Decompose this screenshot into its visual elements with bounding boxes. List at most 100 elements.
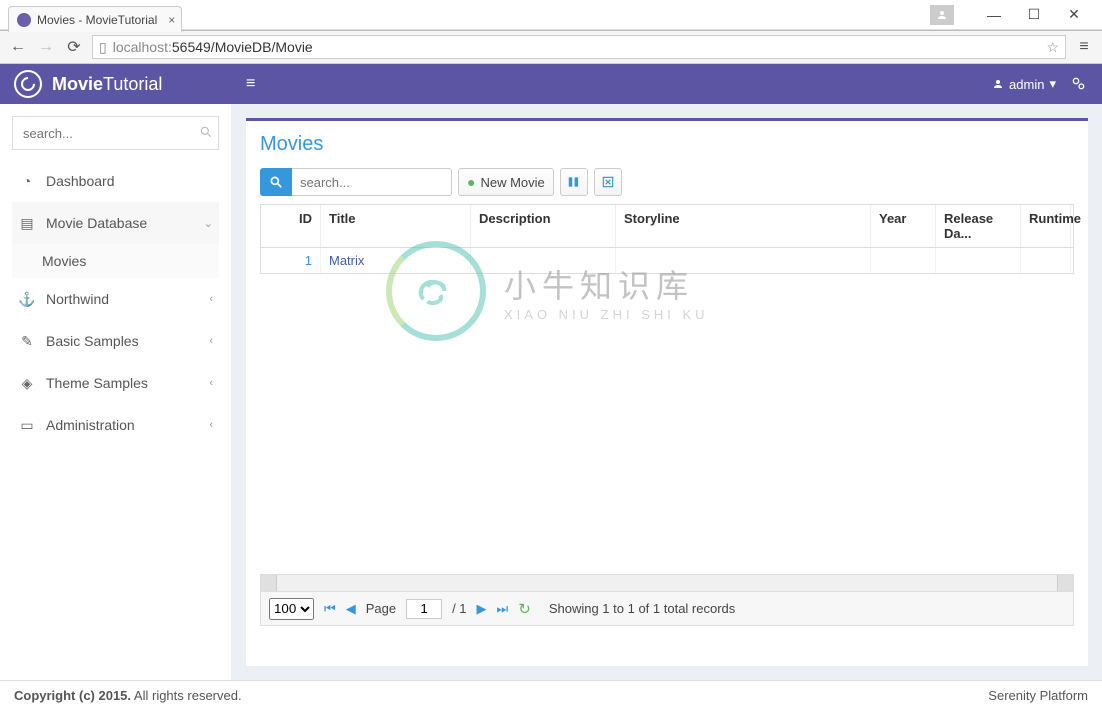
sidebar-item-basic-samples[interactable]: ✎ Basic Samples ‹ <box>12 320 219 362</box>
logo-icon <box>14 70 42 98</box>
sidebar-subitem-movies[interactable]: Movies <box>12 244 219 278</box>
close-tab-icon[interactable]: × <box>168 13 175 27</box>
platform-label: Serenity Platform <box>988 688 1088 703</box>
chevron-left-icon: ‹ <box>209 335 213 347</box>
new-movie-button[interactable]: ● New Movie <box>458 168 554 196</box>
scroll-right-button[interactable] <box>1057 575 1073 591</box>
url-path: 56549/MovieDB/Movie <box>172 39 313 55</box>
content-area: Movies ● New Movie <box>232 104 1102 680</box>
chrome-user-icon[interactable] <box>930 5 954 25</box>
minimize-button[interactable]: — <box>974 7 1014 23</box>
sidebar-item-administration[interactable]: ▭ Administration ‹ <box>12 404 219 446</box>
footer: Copyright (c) 2015. All rights reserved.… <box>0 680 1102 710</box>
cell-id: 1 <box>261 248 321 273</box>
sidebar-search[interactable] <box>12 116 219 150</box>
sidebar: ◔ Dashboard ▤ Movie Database ⌄ Movies ⚓ … <box>0 104 232 680</box>
movies-panel: Movies ● New Movie <box>246 118 1088 666</box>
nav-label: Theme Samples <box>46 375 148 391</box>
col-storyline[interactable]: Storyline <box>616 205 871 247</box>
grid-row[interactable]: 1 Matrix <box>261 248 1073 273</box>
column-picker-button[interactable] <box>560 168 588 196</box>
search-icon <box>199 125 213 142</box>
sidebar-search-input[interactable] <box>23 126 199 141</box>
horizontal-scrollbar[interactable] <box>260 574 1074 592</box>
close-window-button[interactable]: ✕ <box>1054 6 1094 23</box>
page-size-select[interactable]: 100 <box>269 598 314 620</box>
nav-label: Administration <box>46 417 135 433</box>
watermark-en: XIAO NIU ZHI SHI KU <box>504 307 709 322</box>
col-release-date[interactable]: Release Da... <box>936 205 1021 247</box>
back-button[interactable]: ← <box>8 38 28 56</box>
forward-button[interactable]: → <box>36 38 56 56</box>
browser-tab[interactable]: Movies - MovieTutorial × <box>8 6 182 32</box>
quick-search-button[interactable] <box>260 168 292 196</box>
maximize-button[interactable]: ☐ <box>1014 6 1054 23</box>
col-description[interactable]: Description <box>471 205 616 247</box>
cell-release <box>936 248 1021 273</box>
monitor-icon: ▭ <box>18 417 36 434</box>
page-input[interactable] <box>406 599 442 619</box>
col-year[interactable]: Year <box>871 205 936 247</box>
sidebar-item-movie-database[interactable]: ▤ Movie Database ⌄ <box>12 202 219 244</box>
sidebar-toggle-icon[interactable]: ≡ <box>230 75 271 93</box>
prev-page-button[interactable]: ◀ <box>346 601 356 617</box>
sidebar-item-northwind[interactable]: ⚓ Northwind ‹ <box>12 278 219 320</box>
tab-title: Movies - MovieTutorial <box>37 13 157 27</box>
col-title[interactable]: Title <box>321 205 471 247</box>
cell-year <box>871 248 936 273</box>
excel-export-button[interactable] <box>594 168 622 196</box>
sidebar-item-dashboard[interactable]: ◔ Dashboard <box>12 160 219 202</box>
col-runtime[interactable]: Runtime <box>1021 205 1071 247</box>
scroll-left-button[interactable] <box>261 575 277 591</box>
refresh-button[interactable]: ↻ <box>518 600 531 618</box>
grid-search-input[interactable] <box>292 168 452 196</box>
caret-down-icon: ▾ <box>1049 76 1056 92</box>
chrome-menu-icon[interactable]: ≡ <box>1074 38 1094 56</box>
cell-runtime <box>1021 248 1071 273</box>
nav-label: Northwind <box>46 291 109 307</box>
bookmark-star-icon[interactable]: ☆ <box>1046 39 1059 56</box>
copyright-bold: Copyright (c) 2015. <box>14 688 131 703</box>
nav-label: Movie Database <box>46 215 147 231</box>
film-icon: ▤ <box>18 215 36 232</box>
chevron-left-icon: ‹ <box>209 419 213 431</box>
data-grid: ID Title Description Storyline Year Rele… <box>260 204 1074 274</box>
page-label: Page <box>366 601 396 616</box>
user-menu[interactable]: admin ▾ <box>992 76 1056 92</box>
wand-icon: ✎ <box>18 333 36 350</box>
brand[interactable]: MovieTutorial <box>0 70 230 98</box>
address-bar[interactable]: ▯ localhost:56549/MovieDB/Movie ☆ <box>92 35 1066 59</box>
cell-storyline <box>616 248 871 273</box>
grid-toolbar: ● New Movie <box>260 168 1074 196</box>
col-id[interactable]: ID <box>261 205 321 247</box>
cell-title[interactable]: Matrix <box>321 248 471 273</box>
favicon <box>17 13 31 27</box>
total-pages: / 1 <box>452 601 466 616</box>
pager-status: Showing 1 to 1 of 1 total records <box>549 601 735 616</box>
sidebar-item-theme-samples[interactable]: ◈ Theme Samples ‹ <box>12 362 219 404</box>
new-movie-label: New Movie <box>480 175 544 190</box>
diamond-icon: ◈ <box>18 375 36 392</box>
cell-description <box>471 248 616 273</box>
app-header: MovieTutorial ≡ admin ▾ <box>0 64 1102 104</box>
window-titlebar: Movies - MovieTutorial × — ☐ ✕ <box>0 0 1102 30</box>
plus-icon: ● <box>467 174 475 190</box>
browser-toolbar: ← → ⟳ ▯ localhost:56549/MovieDB/Movie ☆ … <box>0 30 1102 64</box>
copyright-rest: All rights reserved. <box>131 688 242 703</box>
reload-button[interactable]: ⟳ <box>64 37 84 57</box>
settings-gears-icon[interactable] <box>1070 75 1086 94</box>
first-page-button[interactable]: ⏮ <box>324 601 336 617</box>
nav-label: Dashboard <box>46 173 115 189</box>
panel-title: Movies <box>260 133 1074 156</box>
nav-sub-label: Movies <box>42 253 86 269</box>
user-name: admin <box>1009 77 1044 92</box>
chevron-left-icon: ‹ <box>209 377 213 389</box>
brand-light: Tutorial <box>103 74 162 95</box>
dashboard-icon: ◔ <box>18 173 36 189</box>
brand-bold: Movie <box>52 74 103 95</box>
last-page-button[interactable]: ⏭ <box>497 601 509 617</box>
anchor-icon: ⚓ <box>18 291 36 308</box>
nav-label: Basic Samples <box>46 333 139 349</box>
url-host: localhost: <box>113 39 172 55</box>
next-page-button[interactable]: ▶ <box>477 601 487 617</box>
